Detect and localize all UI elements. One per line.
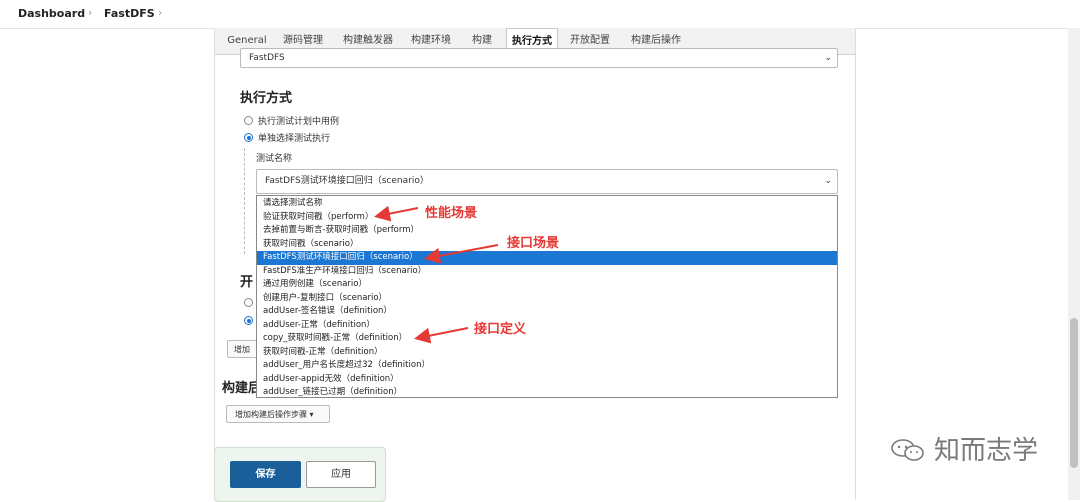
annotation-perf-scene: 性能场景 [425, 206, 478, 221]
arrow-iface-scenario [424, 244, 499, 264]
scrollbar-thumb[interactable] [1070, 318, 1078, 468]
annotation-iface-def: 接口定义 [474, 322, 527, 337]
page-scrollbar[interactable] [1068, 28, 1080, 500]
apply-button[interactable]: 应用 [306, 461, 376, 488]
save-button[interactable]: 保存 [230, 461, 301, 488]
arrow-perf [374, 205, 419, 222]
watermark-text: 知而志学 [934, 436, 1039, 466]
annotation-iface-scene: 接口场景 [507, 236, 560, 251]
action-bar: 保存 应用 [214, 447, 386, 502]
wechat-icon [891, 439, 924, 461]
arrow-iface-def [414, 327, 469, 344]
